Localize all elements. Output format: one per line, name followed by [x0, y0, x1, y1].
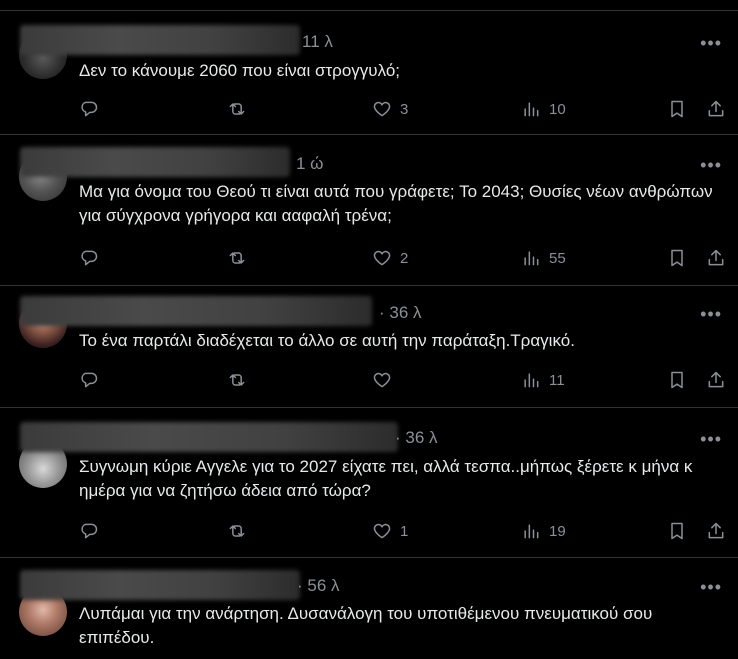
more-icon[interactable]: ••• — [700, 305, 722, 323]
reply-text: Λυπάμαι για την ανάρτηση. Δυσανάλογη του… — [79, 604, 653, 647]
reply-text: Μα για όνομα του Θεού τι είναι αυτά που … — [79, 182, 713, 225]
bookmark-button[interactable] — [667, 368, 687, 392]
share-button[interactable] — [706, 368, 726, 392]
reply-item[interactable]: · 36 λ ••• Συγνωμη κύριε Αγγελε για το 2… — [0, 408, 738, 558]
share-button[interactable] — [706, 97, 726, 121]
reply-text: Το ένα παρτάλι διαδέχεται το άλλο σε αυτ… — [79, 331, 575, 350]
share-button[interactable] — [706, 246, 726, 270]
more-icon[interactable]: ••• — [700, 34, 722, 52]
like-count: 2 — [400, 249, 409, 267]
more-icon[interactable]: ••• — [700, 156, 722, 174]
reply-icon — [81, 372, 98, 388]
bookmark-icon — [671, 522, 683, 540]
reply-icon — [81, 250, 98, 266]
bookmark-icon — [671, 371, 683, 389]
timestamp[interactable]: · 36 λ — [395, 428, 438, 448]
reply-item[interactable]: 11 λ ••• Δεν το κάνουμε 2060 που είναι σ… — [0, 10, 738, 135]
repost-button[interactable] — [227, 97, 255, 121]
more-icon[interactable]: ••• — [700, 578, 722, 596]
like-icon — [373, 523, 391, 539]
views-icon — [524, 251, 539, 266]
bookmark-button[interactable] — [667, 246, 687, 270]
views-count: 55 — [549, 249, 566, 267]
action-bar: 2 55 — [0, 246, 738, 270]
author-name-blurred[interactable] — [20, 25, 300, 55]
bookmark-icon — [671, 100, 683, 118]
reply-item[interactable]: · 56 λ ••• Λυπάμαι για την ανάρτηση. Δυσ… — [0, 558, 738, 659]
reply-button[interactable] — [79, 368, 107, 392]
like-icon — [373, 101, 391, 117]
author-name-blurred[interactable] — [20, 296, 372, 326]
like-count: 1 — [400, 522, 409, 540]
views-icon — [524, 524, 539, 539]
like-button[interactable]: 2 — [372, 246, 408, 270]
views-count: 19 — [549, 522, 566, 540]
reply-icon — [81, 523, 98, 539]
repost-icon — [229, 103, 245, 115]
reply-icon — [81, 101, 98, 117]
reply-button[interactable] — [79, 519, 107, 543]
views-button[interactable]: 19 — [521, 519, 566, 543]
like-icon — [373, 250, 391, 266]
bookmark-icon — [671, 249, 683, 267]
like-icon — [373, 372, 391, 388]
reply-button[interactable] — [79, 97, 107, 121]
repost-button[interactable] — [227, 519, 255, 543]
share-icon — [708, 249, 724, 266]
views-icon — [524, 102, 539, 117]
reply-text: Συγνωμη κύριε Αγγελε για το 2027 είχατε … — [79, 457, 693, 500]
bookmark-button[interactable] — [667, 97, 687, 121]
like-button[interactable] — [372, 368, 400, 392]
reply-button[interactable] — [79, 246, 107, 270]
views-icon — [524, 373, 539, 388]
like-button[interactable]: 3 — [372, 97, 408, 121]
reply-text: Δεν το κάνουμε 2060 που είναι στρογγυλό; — [79, 61, 401, 80]
timestamp[interactable]: 11 λ — [302, 32, 333, 52]
share-icon — [708, 371, 724, 388]
more-icon[interactable]: ••• — [700, 430, 722, 448]
timestamp[interactable]: 1 ώ — [296, 154, 323, 174]
views-button[interactable]: 11 — [521, 368, 565, 392]
timestamp[interactable]: · 36 λ — [379, 303, 422, 323]
action-bar: 11 — [0, 368, 738, 392]
share-icon — [708, 522, 724, 539]
repost-icon — [229, 374, 245, 386]
share-button[interactable] — [706, 519, 726, 543]
repost-button[interactable] — [227, 246, 255, 270]
like-button[interactable]: 1 — [372, 519, 408, 543]
action-bar: 1 19 — [0, 519, 738, 543]
views-button[interactable]: 55 — [521, 246, 566, 270]
timestamp[interactable]: · 56 λ — [297, 576, 340, 596]
reply-item[interactable]: · 36 λ ••• Το ένα παρτάλι διαδέχεται το … — [0, 286, 738, 408]
reply-item[interactable]: 1 ώ ••• Μα για όνομα του Θεού τι είναι α… — [0, 135, 738, 286]
replies-feed: 11 λ ••• Δεν το κάνουμε 2060 που είναι σ… — [0, 0, 738, 659]
author-name-blurred[interactable] — [20, 570, 300, 600]
repost-button[interactable] — [227, 368, 255, 392]
share-icon — [708, 100, 724, 117]
author-name-blurred[interactable] — [20, 147, 290, 177]
views-count: 10 — [549, 100, 566, 118]
views-button[interactable]: 10 — [521, 97, 566, 121]
views-count: 11 — [549, 371, 565, 389]
action-bar: 3 10 — [0, 97, 738, 121]
repost-icon — [229, 252, 245, 264]
repost-icon — [229, 525, 245, 537]
author-name-blurred[interactable] — [20, 422, 398, 452]
bookmark-button[interactable] — [667, 519, 687, 543]
like-count: 3 — [400, 100, 409, 118]
